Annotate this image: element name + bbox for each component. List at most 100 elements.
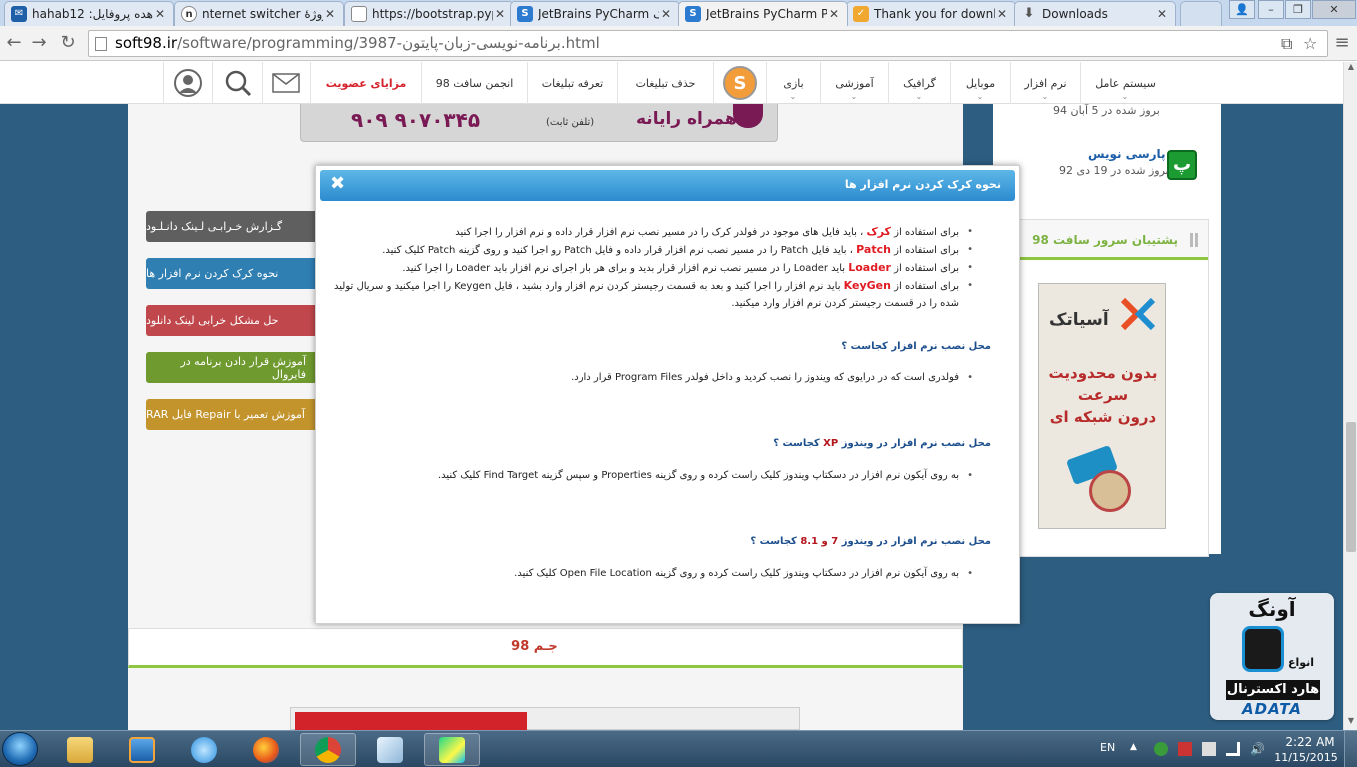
parsi-nevis-app-icon[interactable]: پ xyxy=(1167,150,1197,180)
chevron-down-icon: ⌄ xyxy=(1121,92,1129,101)
browser-tab-0[interactable]: ✉ hahab12 :مشاهده پروفایل ✕ xyxy=(4,1,174,26)
clock-time[interactable]: 2:22 AM xyxy=(1280,735,1340,749)
firewall-tutorial-button[interactable]: آموزش قرار دادن برنامه در فایروال xyxy=(146,352,316,383)
adata-ad-banner[interactable]: آونگ انواع هارد اکسترنال ADATA xyxy=(1210,593,1334,720)
report-broken-link-button[interactable]: گـزارش خـرابـی لـینک دانـلـود xyxy=(146,211,316,242)
user-icon xyxy=(174,69,202,97)
tab-close-icon[interactable]: ✕ xyxy=(659,7,673,21)
tray-expand-icon[interactable]: ▲ xyxy=(1130,742,1144,756)
reload-icon[interactable]: ↻ xyxy=(56,32,80,54)
chevron-down-icon: ⌄ xyxy=(915,92,923,101)
nav-item-membership[interactable]: مزایای عضویت xyxy=(310,62,421,104)
nav-item-os[interactable]: سیستم عامل ⌄ xyxy=(1080,62,1170,104)
tab-close-icon[interactable]: ✕ xyxy=(995,7,1009,21)
hamrah-rayaneh-banner[interactable]: ۹۰۹ ۹۰۷۰۳۴۵ (تلفن ثابت) همراه رایانه xyxy=(300,104,778,142)
translate-icon[interactable]: ⧉ xyxy=(1281,34,1292,54)
nav-item-software[interactable]: نرم افزار ⌄ xyxy=(1010,62,1080,104)
network-globe-icon[interactable] xyxy=(1154,742,1168,756)
keyword: کرک xyxy=(866,225,891,238)
internet-explorer-taskbar-button[interactable] xyxy=(176,733,232,766)
file-explorer-taskbar-button[interactable] xyxy=(52,733,108,766)
pycharm-taskbar-button[interactable] xyxy=(424,733,480,766)
clock-date[interactable]: 11/15/2015 xyxy=(1270,751,1342,764)
heading-text: محل نصب نرم افزار در ویندوز xyxy=(841,438,991,449)
url-path: /software/programming/3987-برنامه-نویسی-… xyxy=(177,34,600,52)
parsi-nevis-link[interactable]: پارسی نویس xyxy=(1088,147,1166,161)
how-to-crack-button[interactable]: نحوه کرک کردن نرم افزار ها xyxy=(146,258,316,289)
firefox-taskbar-button[interactable] xyxy=(238,733,294,766)
chrome-taskbar-button[interactable] xyxy=(300,733,356,766)
nav-item-ad-rates[interactable]: تعرفه تبلیغات xyxy=(527,62,617,104)
start-button[interactable] xyxy=(2,732,38,766)
win7-location-heading: محل نصب نرم افزار در ویندوز 7 و 8.1 کجاس… xyxy=(750,536,991,547)
page-scrollbar[interactable]: ▲ ▼ xyxy=(1343,62,1357,730)
search-button[interactable] xyxy=(212,62,262,104)
url-text[interactable]: soft98.ir/software/programming/3987-برنا… xyxy=(115,34,600,52)
nav-item-mobile[interactable]: موبایل ⌄ xyxy=(950,62,1010,104)
list-item: برای استفاده از Patch ، باید فایل Patch … xyxy=(332,241,973,259)
scrollbar-thumb[interactable] xyxy=(1346,422,1356,552)
fix-broken-link-button[interactable]: حل مشکل خرابی لینک دانلود xyxy=(146,305,316,336)
back-arrow-icon[interactable]: ← xyxy=(2,32,26,54)
scroll-up-arrow-icon[interactable]: ▲ xyxy=(1344,62,1357,76)
browser-tab-5[interactable]: ✓ Thank you for downl ✕ xyxy=(846,1,1016,26)
adata-ad-label: هارد اکسترنال xyxy=(1226,680,1320,700)
chevron-down-icon: ⌄ xyxy=(789,92,797,101)
item-text: برای استفاده از xyxy=(894,263,959,274)
address-bar[interactable]: soft98.ir/software/programming/3987-برنا… xyxy=(88,30,1328,57)
footer-banner[interactable] xyxy=(290,707,800,731)
window-close-button[interactable]: ✕ xyxy=(1312,0,1356,19)
nav-label: بازی xyxy=(783,76,804,90)
new-tab-button[interactable] xyxy=(1180,1,1222,26)
button-label: آموزش تعمیر با Repair فایل RAR xyxy=(146,408,305,421)
tab-close-icon[interactable]: ✕ xyxy=(493,7,507,21)
bookmark-star-icon[interactable]: ☆ xyxy=(1303,34,1317,53)
browser-tab-2[interactable]: https://bootstrap.pyp ✕ xyxy=(344,1,514,26)
heading-highlight: XP xyxy=(823,438,839,449)
action-center-flag-icon[interactable] xyxy=(1178,742,1192,756)
page-icon xyxy=(95,37,107,51)
usb-device-icon[interactable] xyxy=(1202,742,1216,756)
tab-close-icon[interactable]: ✕ xyxy=(323,7,337,21)
close-icon[interactable]: ✖ xyxy=(330,173,345,194)
pencil-shaving-image xyxy=(1089,470,1131,512)
asiatech-ad-banner[interactable]: آسیاتک بدون محدودیت سرعت درون شبکه ای xyxy=(1038,283,1166,529)
user-profile-icon[interactable]: 👤 xyxy=(1229,0,1255,19)
browser-tab-6[interactable]: ⬇ Downloads ✕ xyxy=(1014,1,1176,26)
tab-close-icon[interactable]: ✕ xyxy=(1155,7,1169,21)
notepad-taskbar-button[interactable] xyxy=(362,733,418,766)
volume-speaker-icon[interactable]: 🔊 xyxy=(1250,742,1265,756)
restore-button[interactable]: ❐ xyxy=(1285,0,1311,19)
browser-tab-3[interactable]: S JetBrains PyCharm کرک ✕ xyxy=(510,1,680,26)
nav-item-games[interactable]: بازی ⌄ xyxy=(766,62,820,104)
scroll-down-arrow-icon[interactable]: ▼ xyxy=(1344,716,1357,730)
folder-icon xyxy=(67,736,93,763)
browser-tab-1[interactable]: n nternet switcher پروژهٔ ✕ xyxy=(174,1,344,26)
page-icon xyxy=(351,6,367,22)
login-button[interactable] xyxy=(163,62,212,104)
media-player-taskbar-button[interactable] xyxy=(114,733,170,766)
nav-item-remove-ads[interactable]: حذف تبلیغات xyxy=(617,62,713,104)
menu-icon[interactable]: ≡ xyxy=(1330,32,1354,54)
url-host: soft98.ir xyxy=(115,34,178,52)
adata-ad-types: انواع xyxy=(1288,656,1315,669)
nav-item-education[interactable]: آموزشی ⌄ xyxy=(820,62,888,104)
tab-close-icon[interactable]: ✕ xyxy=(153,7,167,21)
site-logo[interactable]: S xyxy=(713,62,766,104)
chrome-icon xyxy=(315,736,341,763)
chevron-down-icon: ⌄ xyxy=(850,92,858,101)
mail-button[interactable] xyxy=(262,62,309,104)
minimize-button[interactable]: – xyxy=(1258,0,1284,19)
heading-text: محل نصب نرم افزار در ویندوز xyxy=(841,536,991,547)
show-desktop-button[interactable] xyxy=(1344,731,1357,767)
forward-arrow-icon[interactable]: → xyxy=(27,32,51,54)
language-indicator[interactable]: EN xyxy=(1100,741,1115,754)
rar-repair-tutorial-button[interactable]: آموزش تعمیر با Repair فایل RAR xyxy=(146,399,316,430)
site-navigation: سیستم عامل ⌄ نرم افزار ⌄ موبایل ⌄ گرافیک ⌄ آ… xyxy=(0,62,1357,104)
nav-item-graphics[interactable]: گرافیک ⌄ xyxy=(888,62,950,104)
nav-item-forum[interactable]: انجمن سافت 98 xyxy=(421,62,527,104)
tab-close-icon[interactable]: ✕ xyxy=(827,7,841,21)
internet-explorer-icon xyxy=(191,736,217,763)
browser-tab-4-active[interactable]: S JetBrains PyCharm Pr ✕ xyxy=(678,1,848,26)
network-signal-icon[interactable] xyxy=(1226,742,1240,756)
